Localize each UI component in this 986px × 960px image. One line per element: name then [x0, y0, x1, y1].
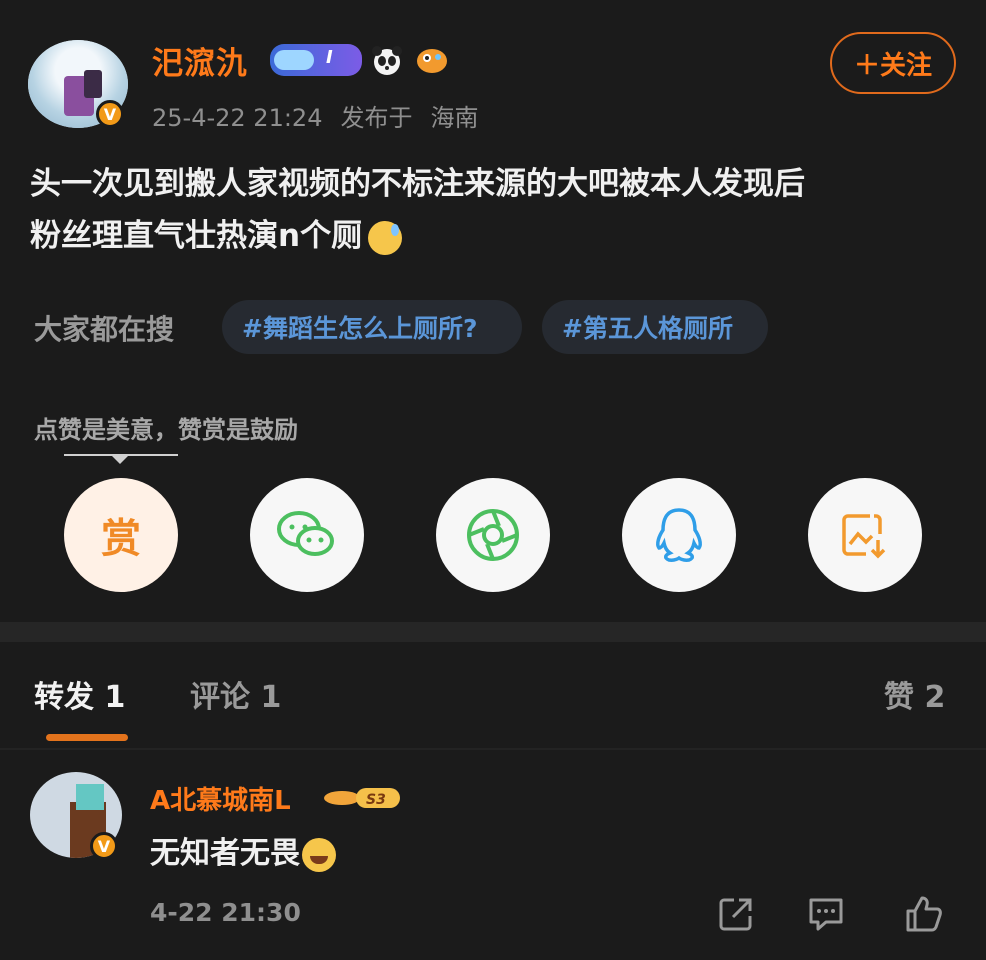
save-image-icon [842, 514, 886, 559]
verified-badge-icon: V [96, 100, 124, 128]
badge-level-text: I [326, 47, 333, 68]
share-qq-button[interactable] [622, 478, 736, 592]
panda-badge-icon [372, 46, 402, 75]
post-meta: 25-4-22 21:24 发布于 海南 [152, 98, 496, 133]
section-divider [0, 622, 986, 642]
active-tab-indicator [46, 734, 128, 741]
reward-button[interactable]: 赏 [64, 478, 178, 592]
s3-level-badge-icon: S3 [324, 788, 400, 808]
post-body: 头一次见到搬人家视频的不标注来源的大吧被本人发现后 粉丝理直气壮热演n个厕 [30, 158, 960, 262]
post-text-line2: 粉丝理直气壮热演n个厕 [30, 218, 363, 254]
trending-search-label: 大家都在搜 [34, 313, 175, 346]
post-date: 25-4-22 21:24 [152, 104, 323, 132]
hashtag-dance-toilet[interactable]: #舞蹈生怎么上厕所? [222, 300, 522, 354]
comment-time: 4-22 21:30 [150, 898, 301, 927]
commenter-verified-badge-icon: V [90, 832, 118, 860]
tab-comment[interactable]: 评论 1 [190, 672, 281, 716]
published-from-label: 发布于 [340, 104, 413, 132]
share-wechat-button[interactable] [250, 478, 364, 592]
follow-button[interactable]: ＋关注 [830, 32, 956, 94]
comment-text: 无知者无畏 [150, 828, 336, 872]
comment-icon[interactable] [806, 894, 846, 934]
tab-bar-border [0, 748, 986, 750]
laugh-emoji-icon [302, 837, 336, 872]
tab-like[interactable]: 赞 2 [884, 672, 945, 716]
like-icon[interactable] [904, 894, 944, 934]
save-image-button[interactable] [808, 478, 922, 592]
comment-body: 无知者无畏 [150, 836, 300, 871]
commenter-name[interactable]: A北慕城南L [150, 780, 291, 817]
reward-icon: 赏 [101, 516, 141, 562]
reward-caption: 点赞是美意，赞赏是鼓励 [34, 416, 298, 444]
fish-badge-icon [417, 49, 447, 73]
post-location: 海南 [430, 104, 479, 132]
repost-icon[interactable] [716, 894, 756, 934]
sweat-emoji-icon [368, 220, 403, 255]
wechat-icon [277, 511, 334, 556]
post-text-line1: 头一次见到搬人家视频的不标注来源的大吧被本人发现后 [30, 166, 805, 202]
reward-pointer-icon [110, 454, 130, 464]
share-moments-button[interactable] [436, 478, 550, 592]
author-name[interactable]: 汜溛氿 [152, 38, 248, 83]
qq-icon [656, 508, 702, 562]
tab-repost[interactable]: 转发 1 [34, 672, 125, 716]
moments-icon [467, 509, 519, 561]
s3-badge-text: S3 [366, 792, 386, 808]
whale-level-badge-icon: I [270, 44, 362, 76]
hashtag-identity-toilet[interactable]: #第五人格厕所 [542, 300, 768, 354]
